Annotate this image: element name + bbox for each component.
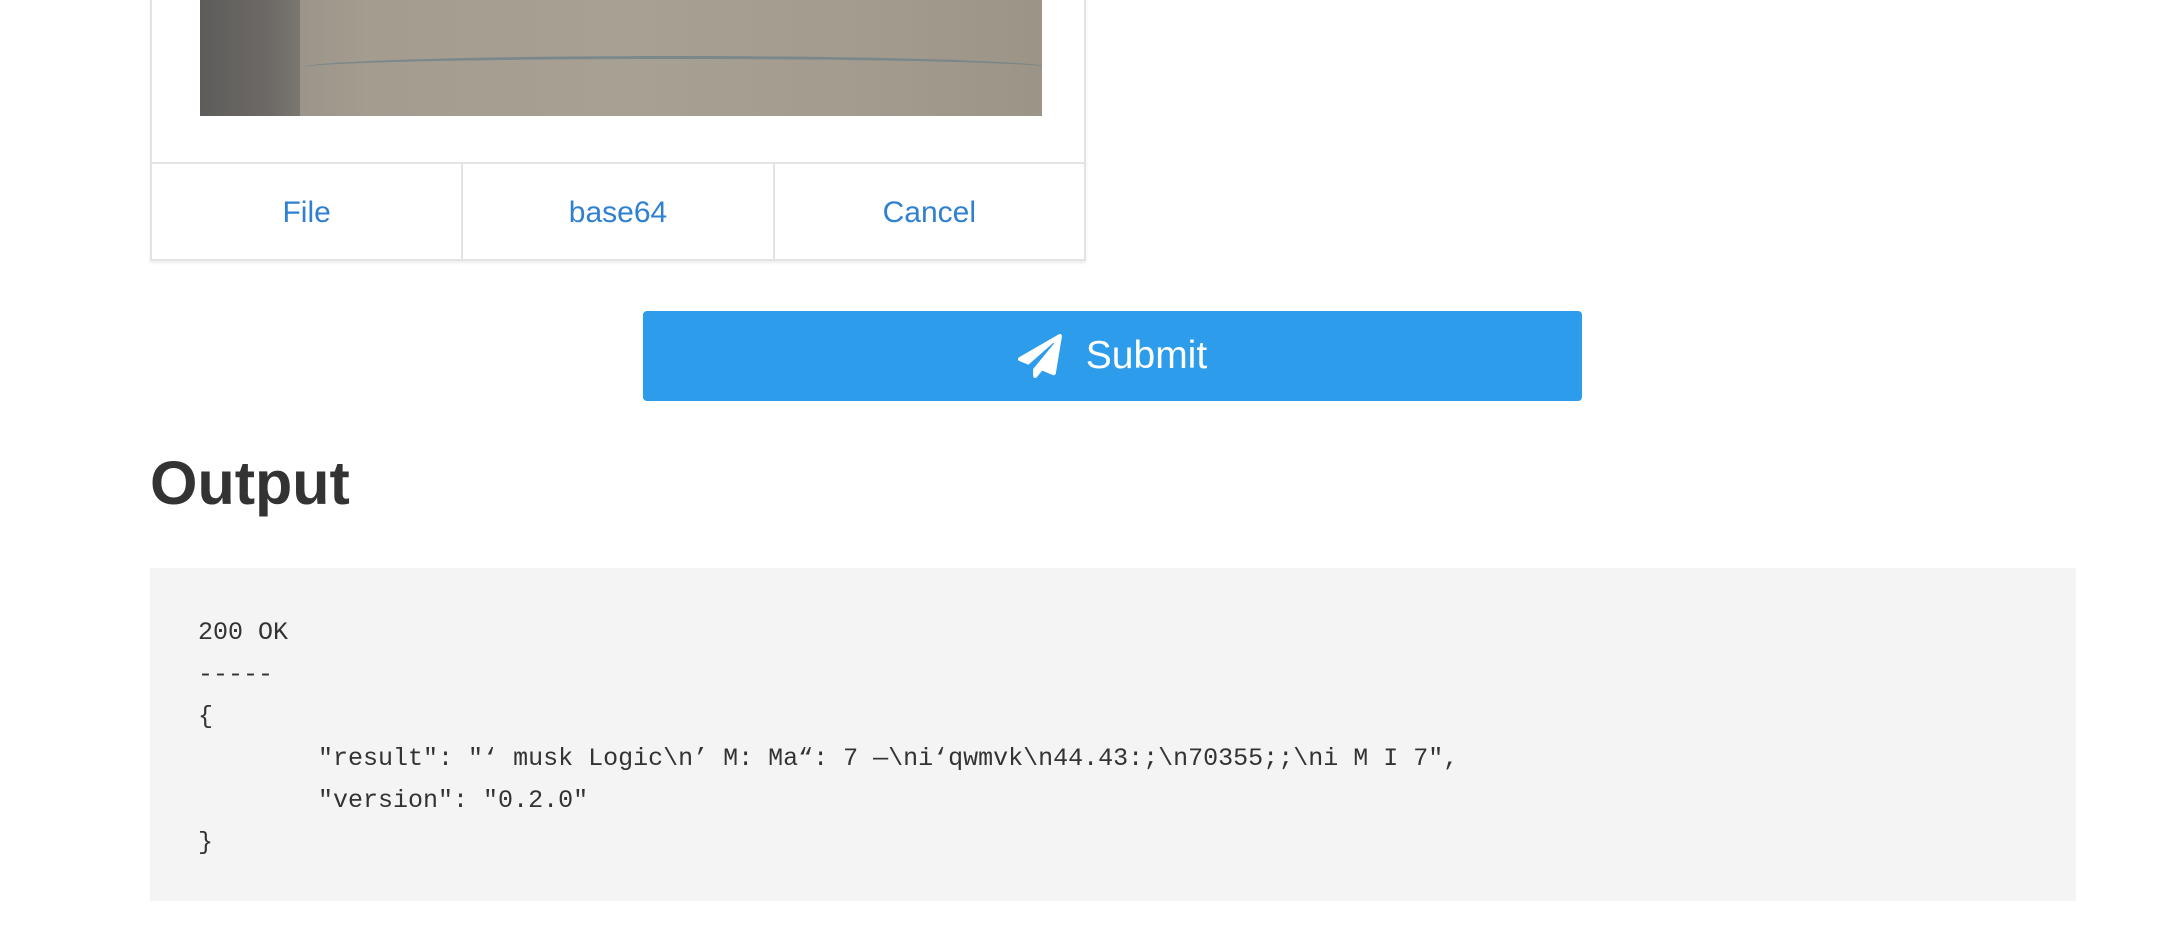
output-panel: 200 OK ----- { "result": "‘ musk Logic\n… [150,568,2076,901]
image-upload-card: File base64 Cancel [150,0,1086,261]
paper-plane-icon [1017,334,1062,378]
image-preview-paper-line [300,56,1042,116]
submit-button[interactable]: Submit [643,311,1582,401]
submit-label: Submit [1085,334,1208,377]
image-preview-dark-edge [200,0,300,116]
cancel-button[interactable]: Cancel [775,164,1084,261]
base64-button[interactable]: base64 [463,164,775,261]
output-title: Output [150,449,350,517]
card-actions: File base64 Cancel [152,162,1084,261]
image-preview [200,0,1042,116]
output-response-text: 200 OK ----- { "result": "‘ musk Logic\n… [198,618,1459,857]
file-button[interactable]: File [152,164,464,261]
